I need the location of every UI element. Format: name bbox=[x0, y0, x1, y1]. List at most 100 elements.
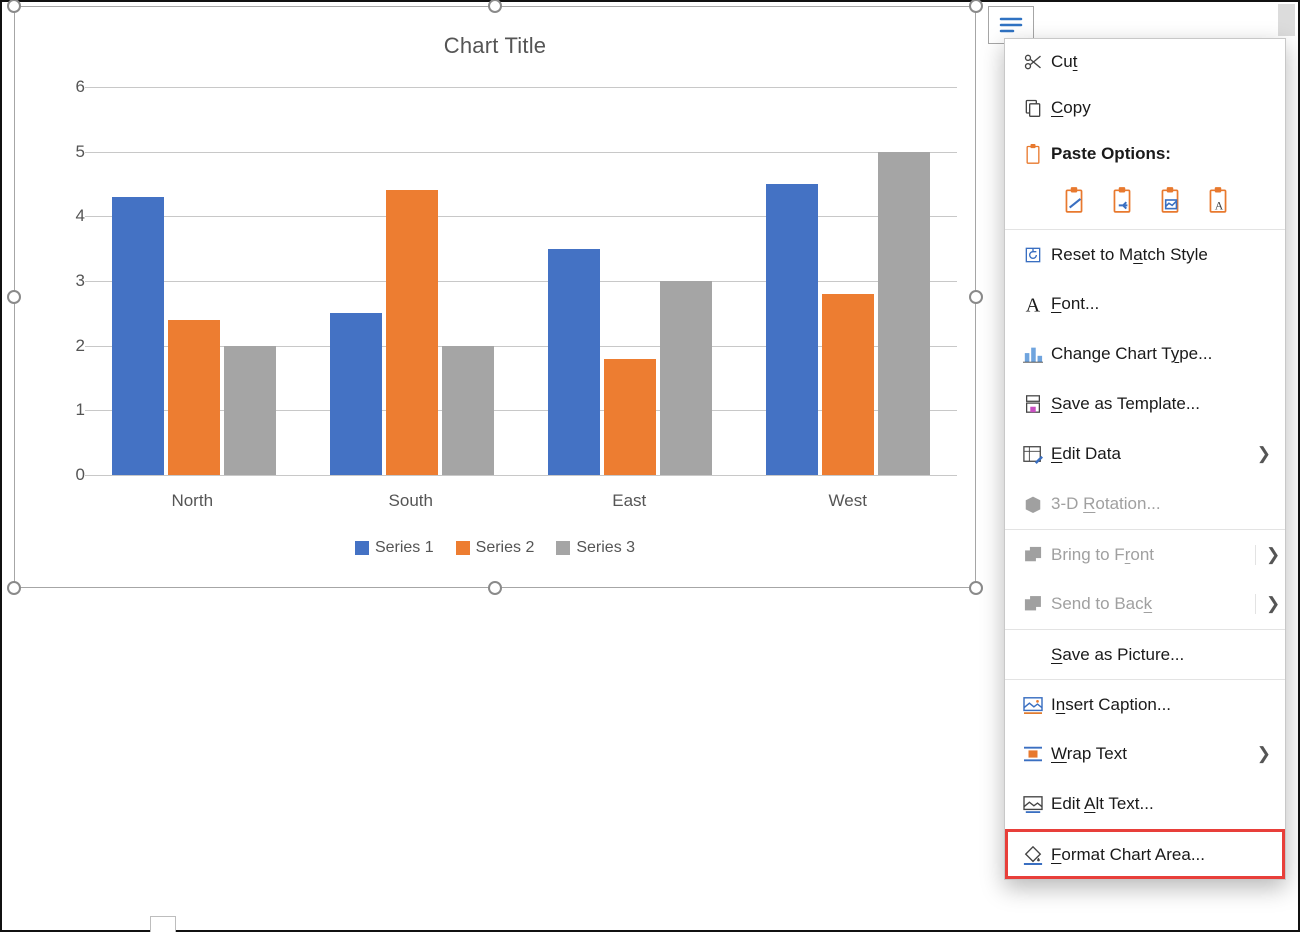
selection-handle[interactable] bbox=[7, 290, 21, 304]
bar[interactable] bbox=[224, 346, 276, 475]
menu-insert-caption[interactable]: Insert Caption... bbox=[1005, 679, 1285, 729]
legend-item[interactable]: Series 3 bbox=[556, 539, 635, 557]
menu-label: Save as Picture... bbox=[1051, 645, 1271, 665]
bring-front-icon bbox=[1015, 545, 1051, 565]
vertical-scrollbar[interactable] bbox=[1278, 4, 1295, 36]
menu-label: Edit Alt Text... bbox=[1051, 794, 1271, 814]
selection-handle[interactable] bbox=[969, 290, 983, 304]
bar[interactable] bbox=[442, 346, 494, 475]
menu-wrap-text[interactable]: Wrap Text ❯ bbox=[1005, 729, 1285, 779]
document-tab-caret[interactable] bbox=[150, 916, 176, 932]
chevron-right-icon: ❯ bbox=[1255, 744, 1271, 764]
y-tick-label: 4 bbox=[76, 206, 85, 226]
paste-text-only[interactable]: A bbox=[1203, 185, 1233, 215]
y-tick-label: 0 bbox=[76, 465, 85, 485]
bar[interactable] bbox=[386, 190, 438, 475]
selection-handle[interactable] bbox=[969, 0, 983, 13]
legend-label: Series 3 bbox=[576, 539, 635, 556]
selection-handle[interactable] bbox=[969, 581, 983, 595]
menu-reset-match-style[interactable]: Reset to Match Style bbox=[1005, 229, 1285, 279]
bar[interactable] bbox=[168, 320, 220, 475]
menu-paste-options-header: Paste Options: bbox=[1005, 131, 1285, 177]
copy-icon bbox=[1015, 98, 1051, 118]
bar[interactable] bbox=[878, 152, 930, 475]
x-tick-label: East bbox=[520, 491, 739, 511]
chart-object[interactable]: Chart Title 0 1 2 3 4 5 6 NorthSouthEastWest S… bbox=[14, 6, 976, 588]
menu-bring-to-front: Bring to Front ❯ bbox=[1005, 529, 1285, 579]
menu-label: Reset to Match Style bbox=[1051, 245, 1271, 265]
selection-handle[interactable] bbox=[7, 581, 21, 595]
edit-data-icon bbox=[1015, 444, 1051, 464]
bar[interactable] bbox=[660, 281, 712, 475]
font-a-icon: A bbox=[1015, 293, 1051, 315]
chevron-right-icon: ❯ bbox=[1255, 444, 1271, 464]
paste-picture[interactable] bbox=[1155, 185, 1185, 215]
paste-use-destination-theme[interactable] bbox=[1059, 185, 1089, 215]
scissors-icon bbox=[1015, 52, 1051, 72]
paste-keep-source-formatting[interactable] bbox=[1107, 185, 1137, 215]
bar[interactable] bbox=[330, 313, 382, 475]
y-tick-label: 2 bbox=[76, 336, 85, 356]
menu-label: 3-D Rotation... bbox=[1051, 494, 1271, 514]
menu-format-chart-area[interactable]: Format Chart Area... bbox=[1005, 829, 1285, 879]
chart-context-menu: Cut Copy Paste Options: A Reset to Match… bbox=[1004, 38, 1286, 880]
selection-handle[interactable] bbox=[488, 581, 502, 595]
y-tick-label: 3 bbox=[76, 271, 85, 291]
menu-save-as-picture[interactable]: Save as Picture... bbox=[1005, 629, 1285, 679]
menu-label: Format Chart Area... bbox=[1051, 845, 1271, 865]
legend-item[interactable]: Series 2 bbox=[456, 539, 535, 557]
menu-font[interactable]: A Font... bbox=[1005, 279, 1285, 329]
send-back-icon bbox=[1015, 594, 1051, 614]
menu-cut[interactable]: Cut bbox=[1005, 39, 1285, 85]
menu-label: Change Chart Type... bbox=[1051, 344, 1271, 364]
clipboard-icon bbox=[1015, 143, 1051, 165]
bar[interactable] bbox=[112, 197, 164, 475]
wrap-icon bbox=[1015, 745, 1051, 763]
bar[interactable] bbox=[822, 294, 874, 475]
bar[interactable] bbox=[604, 359, 656, 475]
legend-swatch bbox=[456, 541, 470, 555]
menu-label: Edit Data bbox=[1051, 444, 1255, 464]
template-icon bbox=[1015, 393, 1051, 415]
legend-label: Series 1 bbox=[375, 539, 434, 556]
chart-columns-icon bbox=[1015, 344, 1051, 364]
chevron-right-icon: ❯ bbox=[1255, 594, 1271, 614]
legend-item[interactable]: Series 1 bbox=[355, 539, 434, 557]
menu-3d-rotation: 3-D Rotation... bbox=[1005, 479, 1285, 529]
gridline bbox=[85, 475, 957, 476]
alt-text-icon bbox=[1015, 795, 1051, 813]
menu-copy[interactable]: Copy bbox=[1005, 85, 1285, 131]
legend-label: Series 2 bbox=[476, 539, 535, 556]
menu-change-chart-type[interactable]: Change Chart Type... bbox=[1005, 329, 1285, 379]
menu-label: Paste Options: bbox=[1051, 144, 1271, 164]
menu-send-to-back: Send to Back ❯ bbox=[1005, 579, 1285, 629]
menu-label: Insert Caption... bbox=[1051, 695, 1271, 715]
menu-label: Save as Template... bbox=[1051, 394, 1271, 414]
paste-options-row: A bbox=[1005, 177, 1285, 229]
chevron-right-icon: ❯ bbox=[1255, 545, 1271, 565]
menu-edit-data[interactable]: Edit Data ❯ bbox=[1005, 429, 1285, 479]
y-tick-label: 5 bbox=[76, 142, 85, 162]
plot-area[interactable]: 0123456 bbox=[55, 87, 957, 475]
menu-save-as-template[interactable]: Save as Template... bbox=[1005, 379, 1285, 429]
bar[interactable] bbox=[766, 184, 818, 475]
y-tick-label: 6 bbox=[76, 77, 85, 97]
chart-title[interactable]: Chart Title bbox=[15, 7, 975, 59]
legend[interactable]: Series 1 Series 2 Series 3 bbox=[15, 539, 975, 557]
menu-edit-alt-text[interactable]: Edit Alt Text... bbox=[1005, 779, 1285, 829]
cube-icon bbox=[1015, 494, 1051, 514]
menu-label: Wrap Text bbox=[1051, 744, 1255, 764]
svg-text:A: A bbox=[1026, 294, 1041, 315]
paint-bucket-icon bbox=[1015, 845, 1051, 865]
legend-swatch bbox=[355, 541, 369, 555]
legend-swatch bbox=[556, 541, 570, 555]
menu-label: Send to Back bbox=[1051, 594, 1255, 614]
bar[interactable] bbox=[548, 249, 600, 475]
svg-text:A: A bbox=[1215, 199, 1224, 213]
x-tick-label: West bbox=[739, 491, 958, 511]
x-axis-labels: NorthSouthEastWest bbox=[83, 491, 957, 511]
picture-icon bbox=[1015, 696, 1051, 714]
menu-label: Font... bbox=[1051, 294, 1271, 314]
menu-label: Cut bbox=[1051, 52, 1271, 72]
y-tick-label: 1 bbox=[76, 400, 85, 420]
